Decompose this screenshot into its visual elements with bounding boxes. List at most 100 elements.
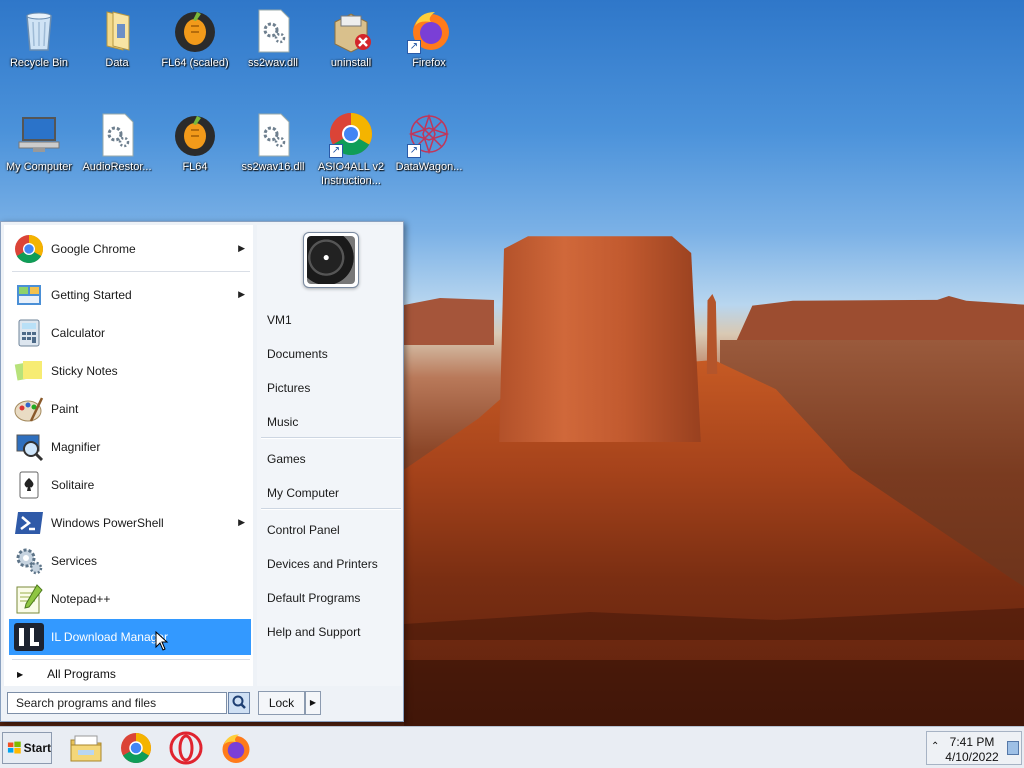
start-button[interactable]: Start [2,732,52,764]
chrome-icon [13,233,45,265]
start-search-input[interactable]: Search programs and files [7,692,227,714]
desktop-icon-label: FL64 (scaled) [161,57,229,69]
start-label: Start [23,741,51,755]
magnifier-icon [13,431,45,463]
desktop-icon-label: ss2wav.dll [248,57,298,69]
start-item-calculator[interactable]: Calculator [9,315,251,351]
solitaire-icon [13,469,45,501]
show-hidden-icons-button[interactable]: ⌃ [931,741,939,752]
taskbar-opera[interactable] [168,730,204,766]
start-item-label: Solitaire [51,478,95,492]
start-item-windows-powershell[interactable]: Windows PowerShell ▶ [9,505,251,541]
distant-mesa [735,296,1024,344]
start-item-label: Getting Started [51,288,132,302]
start-menu-separator [12,659,250,661]
taskbar: Start ⌃ 7:41 PM 4/10/2022 [0,726,1024,768]
notepad-plus-plus-icon [13,583,45,615]
desktop-icon-asio4all[interactable]: ↗ ASIO4ALL v2 Instruction... [312,110,390,188]
start-item-label: Windows PowerShell [51,516,164,530]
taskbar-file-explorer[interactable] [68,730,104,766]
turntable-icon [307,236,355,284]
dll-file-icon [249,110,297,158]
computer-icon [15,110,63,158]
expand-arrow-icon: ▶ [17,669,24,679]
desktop-icon-label: ASIO4ALL v2 Instruction... [317,161,385,187]
taskbar-firefox[interactable] [218,730,254,766]
start-link-default-programs[interactable]: Default Programs [267,591,360,605]
desktop-icon-uninstall[interactable]: uninstall [312,6,390,70]
terrain-shadow [404,660,1024,726]
start-item-label: Notepad++ [51,592,111,606]
desktop-icon-label: My Computer [5,161,73,173]
dll-file-icon [249,6,297,54]
start-link-pictures[interactable]: Pictures [267,381,310,395]
all-programs-button[interactable]: ▶ All Programs [9,662,251,686]
start-item-il-download-manager[interactable]: IL Download Manager [9,619,251,655]
desktop-icon-audiorestor[interactable]: AudioRestor... [78,110,156,174]
start-item-solitaire[interactable]: Solitaire [9,467,251,503]
recycle-bin-icon [15,6,63,54]
start-item-label: Services [51,554,98,568]
submenu-arrow-icon: ▶ [238,289,245,299]
fl-studio-icon [171,110,219,158]
desktop-icon-my-computer[interactable]: My Computer [0,110,78,174]
paint-icon [13,393,45,425]
start-link-devices-and-printers[interactable]: Devices and Printers [267,557,378,571]
start-item-magnifier[interactable]: Magnifier [9,429,251,465]
desktop-icon-data[interactable]: Data [78,6,156,70]
start-item-label: Sticky Notes [51,364,118,378]
start-item-google-chrome[interactable]: Google Chrome ▶ [9,231,251,267]
start-item-label: Magnifier [51,440,101,454]
desktop-icon-recycle-bin[interactable]: Recycle Bin [0,6,78,70]
lock-button[interactable]: Lock [258,691,305,715]
dll-file-icon [93,110,141,158]
desktop-icon-label: uninstall [330,57,372,69]
desktop-icon-datawagon[interactable]: ↗ DataWagon... [390,110,468,174]
file-explorer-icon [70,735,102,762]
taskbar-chrome[interactable] [118,730,154,766]
desktop-icon-fl64-scaled[interactable]: FL64 (scaled) [156,6,234,70]
start-item-label: IL Download Manager [51,630,168,644]
start-item-sticky-notes[interactable]: Sticky Notes [9,353,251,389]
getting-started-icon [13,279,45,311]
shortcut-arrow-icon: ↗ [329,144,343,158]
start-item-services[interactable]: Services [9,543,251,579]
firefox-icon [222,734,250,763]
firefox-icon: ↗ [405,6,453,54]
power-options-arrow-button[interactable]: ▶ [305,691,321,715]
start-item-getting-started[interactable]: Getting Started ▶ [9,277,251,313]
chevron-right-icon: ▶ [309,698,317,707]
start-link-games[interactable]: Games [267,452,306,466]
services-icon [13,545,45,577]
submenu-arrow-icon: ▶ [238,517,245,527]
links-separator [261,437,401,439]
sticky-notes-icon [13,355,45,387]
start-link-my-computer[interactable]: My Computer [267,486,339,500]
links-separator [261,508,401,510]
start-link-control-panel[interactable]: Control Panel [267,523,340,537]
start-link-music[interactable]: Music [267,415,298,429]
desktop-icon-firefox[interactable]: ↗ Firefox [390,6,468,70]
datawagon-icon: ↗ [405,110,453,158]
clock-date[interactable]: 4/10/2022 [943,750,1001,764]
windows-logo-icon [7,741,21,754]
start-link-documents[interactable]: Documents [267,347,328,361]
start-menu-links-pane: VM1 Documents Pictures Music Games My Co… [257,225,402,686]
calculator-icon [13,317,45,349]
clock-time[interactable]: 7:41 PM [945,735,999,749]
search-button[interactable] [228,692,250,714]
start-link-vm1[interactable]: VM1 [267,313,292,327]
start-item-notepad-plus-plus[interactable]: Notepad++ [9,581,251,617]
user-avatar[interactable] [303,232,359,288]
start-item-paint[interactable]: Paint [9,391,251,427]
start-link-help-and-support[interactable]: Help and Support [267,625,360,639]
submenu-arrow-icon: ▶ [238,243,245,253]
desktop-icon-ss2wav-dll[interactable]: ss2wav.dll [234,6,312,70]
folder-icon [93,6,141,54]
start-item-label: Google Chrome [51,242,136,256]
show-desktop-icon[interactable] [1007,741,1019,755]
fl-studio-icon [171,6,219,54]
desktop-icon-fl64[interactable]: FL64 [156,110,234,174]
desktop-icon-ss2wav16-dll[interactable]: ss2wav16.dll [234,110,312,174]
search-icon [232,695,246,709]
